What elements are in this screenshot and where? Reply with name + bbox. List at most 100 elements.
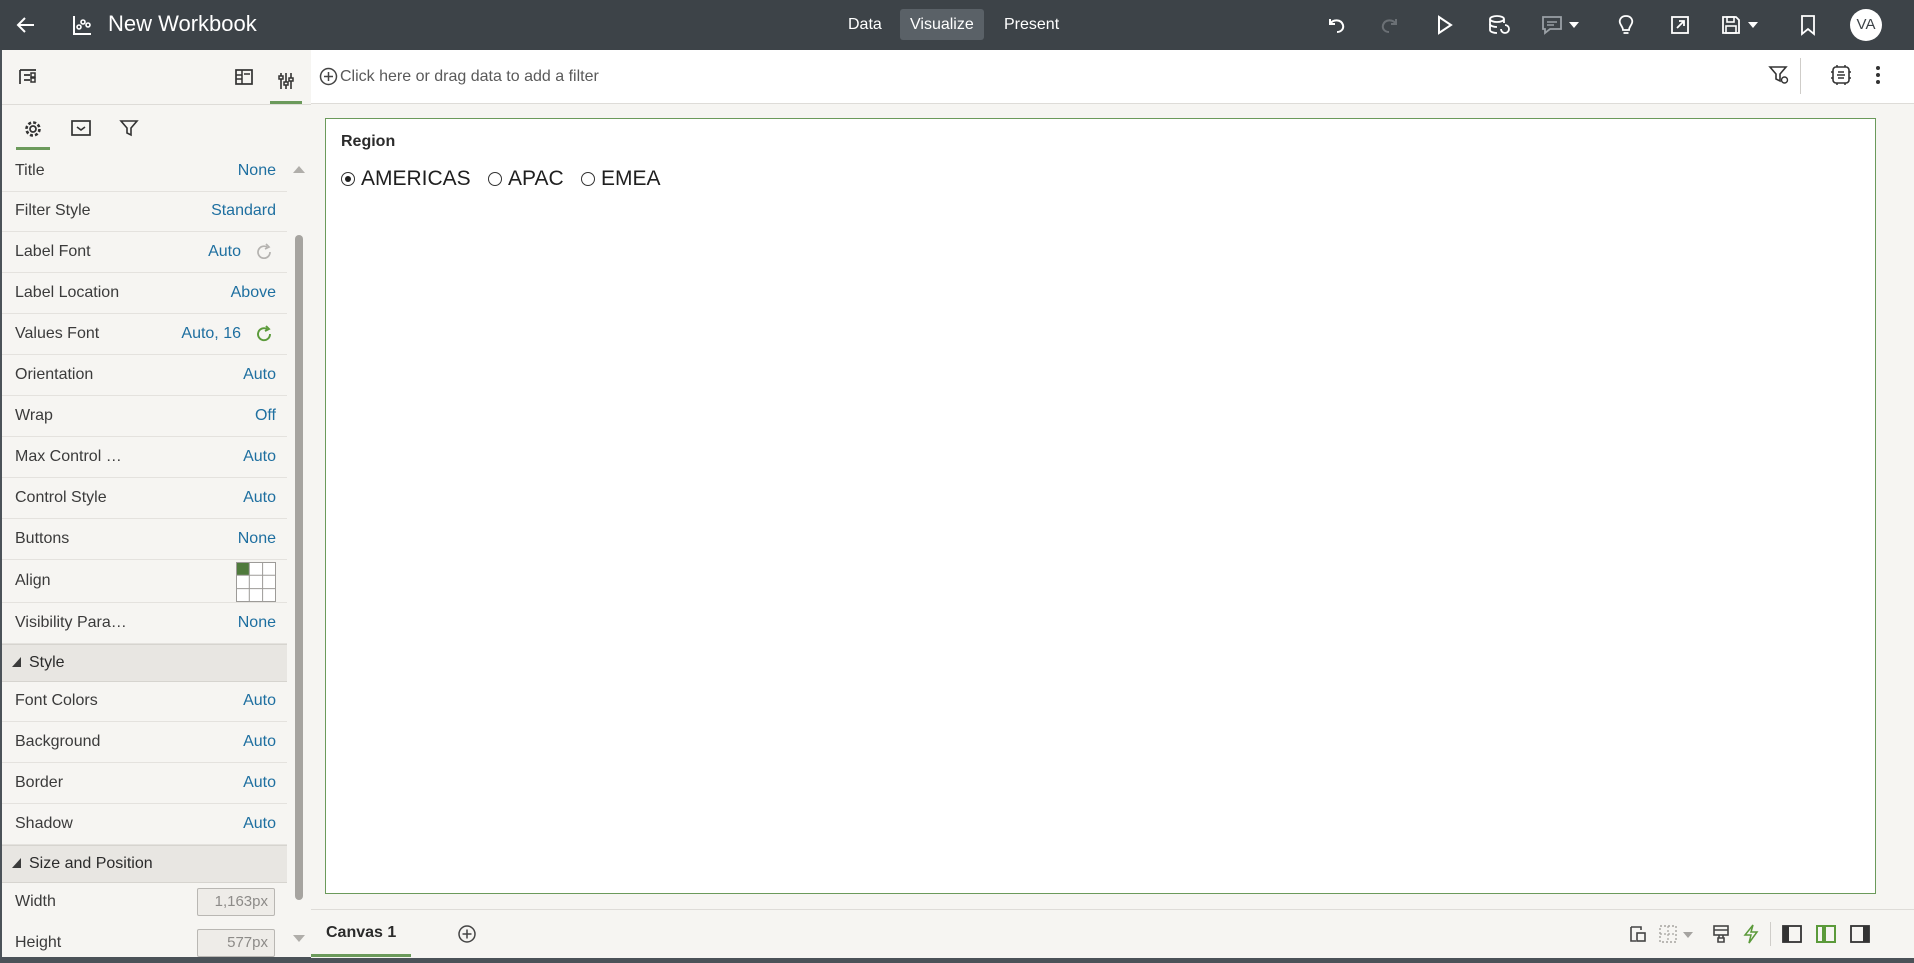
auto-apply-icon[interactable]: [1830, 64, 1852, 86]
prop-value[interactable]: Auto: [243, 763, 276, 803]
radio-option-americas[interactable]: AMERICAS: [341, 167, 471, 191]
back-arrow-icon[interactable]: [8, 6, 44, 44]
workbook-icon: [68, 6, 96, 44]
tab-present[interactable]: Present: [994, 9, 1069, 40]
grammar-panel-icon[interactable]: [231, 64, 257, 90]
radio-option-apac[interactable]: APAC: [488, 167, 564, 191]
prop-label: Align: [15, 572, 51, 589]
prop-value[interactable]: Auto: [243, 478, 276, 518]
prop-visibility-parameter[interactable]: Visibility Para… None: [2, 603, 287, 644]
prop-values-font[interactable]: Values Font Auto, 16: [2, 314, 287, 355]
prop-align[interactable]: Align: [2, 560, 287, 603]
undo-icon[interactable]: [1322, 6, 1350, 44]
prop-value[interactable]: Above: [231, 273, 276, 313]
add-filter[interactable]: Click here or drag data to add a filter: [319, 67, 599, 86]
filter-bar[interactable]: Click here or drag data to add a filter: [311, 50, 1914, 104]
radio-label: AMERICAS: [361, 167, 471, 190]
left-panel-toggle-icon[interactable]: [1779, 920, 1805, 948]
prop-background[interactable]: Background Auto: [2, 722, 287, 763]
redo-icon[interactable]: [1376, 6, 1404, 44]
divider: [1800, 58, 1801, 94]
canvas-properties-icon[interactable]: [1625, 920, 1651, 948]
canvas-area: Region AMERICAS APAC EMEA: [311, 104, 1914, 909]
play-icon[interactable]: [1430, 6, 1458, 44]
prop-value[interactable]: Standard: [211, 191, 276, 231]
height-input[interactable]: 577px: [197, 929, 275, 957]
brush-icon[interactable]: [1709, 920, 1733, 948]
prop-value[interactable]: Auto: [243, 722, 276, 762]
prop-label: Filter Style: [15, 202, 91, 219]
filter-settings-icon[interactable]: [1768, 64, 1790, 86]
prop-label: Width: [15, 893, 56, 910]
prop-control-style[interactable]: Control Style Auto: [2, 478, 287, 519]
section-size-position-header[interactable]: Size and Position: [2, 845, 287, 883]
workbook-title[interactable]: New Workbook: [108, 11, 257, 37]
tab-canvas-1[interactable]: Canvas 1: [311, 910, 411, 957]
radio-selected-icon[interactable]: [341, 172, 355, 186]
tab-data[interactable]: Data: [838, 9, 892, 40]
prop-value[interactable]: Auto: [208, 232, 241, 272]
prop-label: Height: [15, 934, 62, 951]
prop-title[interactable]: Title None: [2, 151, 287, 192]
prop-label: Title: [15, 162, 45, 179]
section-style-header[interactable]: Style: [2, 644, 287, 682]
collapse-triangle-icon: [12, 657, 21, 667]
tab-visualize[interactable]: Visualize: [900, 9, 984, 40]
prop-label: Buttons: [15, 530, 70, 547]
comment-icon[interactable]: [1538, 6, 1586, 44]
bookmark-icon[interactable]: [1795, 6, 1821, 44]
prop-label-font[interactable]: Label Font Auto: [2, 232, 287, 273]
filter-tab-icon[interactable]: [112, 110, 146, 146]
prop-value[interactable]: Auto: [243, 681, 276, 721]
lightbulb-icon[interactable]: [1612, 6, 1640, 44]
prop-value[interactable]: None: [238, 519, 276, 559]
section-title: Style: [29, 654, 65, 671]
more-options-icon[interactable]: [1873, 64, 1883, 86]
data-panel-icon[interactable]: [15, 64, 41, 90]
visualization-tab-icon[interactable]: [64, 110, 98, 146]
radio-unselected-icon[interactable]: [581, 172, 595, 186]
prop-border[interactable]: Border Auto: [2, 763, 287, 804]
prop-label-location[interactable]: Label Location Above: [2, 273, 287, 314]
add-circle-icon: [319, 67, 338, 86]
prop-filter-style[interactable]: Filter Style Standard: [2, 191, 287, 232]
scrollbar[interactable]: [290, 155, 308, 957]
auto-refresh-lightning-icon[interactable]: [1739, 920, 1763, 948]
prop-max-control[interactable]: Max Control … Auto: [2, 437, 287, 478]
prop-value[interactable]: Auto: [243, 437, 276, 477]
export-icon[interactable]: [1666, 6, 1694, 44]
add-canvas-icon[interactable]: [453, 920, 481, 948]
radio-unselected-icon[interactable]: [488, 172, 502, 186]
prop-value[interactable]: Off: [255, 396, 276, 436]
prop-font-colors[interactable]: Font Colors Auto: [2, 681, 287, 722]
save-icon[interactable]: [1718, 6, 1766, 44]
prop-value[interactable]: Auto: [243, 355, 276, 395]
align-grid-icon[interactable]: [236, 562, 276, 602]
prop-label: Shadow: [15, 815, 73, 832]
prop-orientation[interactable]: Orientation Auto: [2, 355, 287, 396]
properties-tab-icon[interactable]: [270, 60, 302, 104]
radio-label: APAC: [508, 167, 564, 190]
prop-buttons[interactable]: Buttons None: [2, 519, 287, 560]
prop-label: Max Control …: [15, 448, 122, 465]
grammar-panel-toggle-icon[interactable]: [1813, 920, 1839, 948]
prop-value[interactable]: Auto, 16: [181, 314, 241, 354]
prop-label: Label Font: [15, 243, 91, 260]
prop-value[interactable]: None: [238, 603, 276, 643]
prop-shadow[interactable]: Shadow Auto: [2, 804, 287, 845]
canvas-tab-bar: Canvas 1: [311, 909, 1914, 958]
radio-option-emea[interactable]: EMEA: [581, 167, 661, 191]
prop-label: Visibility Para…: [15, 614, 127, 631]
reset-icon[interactable]: [255, 325, 273, 343]
avatar[interactable]: VA: [1850, 9, 1882, 41]
general-settings-gear-icon[interactable]: [16, 110, 50, 150]
prop-value[interactable]: Auto: [243, 804, 276, 844]
right-panel-toggle-icon[interactable]: [1847, 920, 1873, 948]
data-refresh-icon[interactable]: [1484, 6, 1514, 44]
prop-label: Label Location: [15, 284, 120, 301]
width-input[interactable]: 1,163px: [197, 888, 275, 916]
prop-wrap[interactable]: Wrap Off: [2, 396, 287, 437]
layout-grid-icon[interactable]: [1657, 920, 1697, 948]
list-box-filter-visualization[interactable]: Region AMERICAS APAC EMEA: [325, 118, 1876, 894]
prop-value[interactable]: None: [238, 151, 276, 191]
